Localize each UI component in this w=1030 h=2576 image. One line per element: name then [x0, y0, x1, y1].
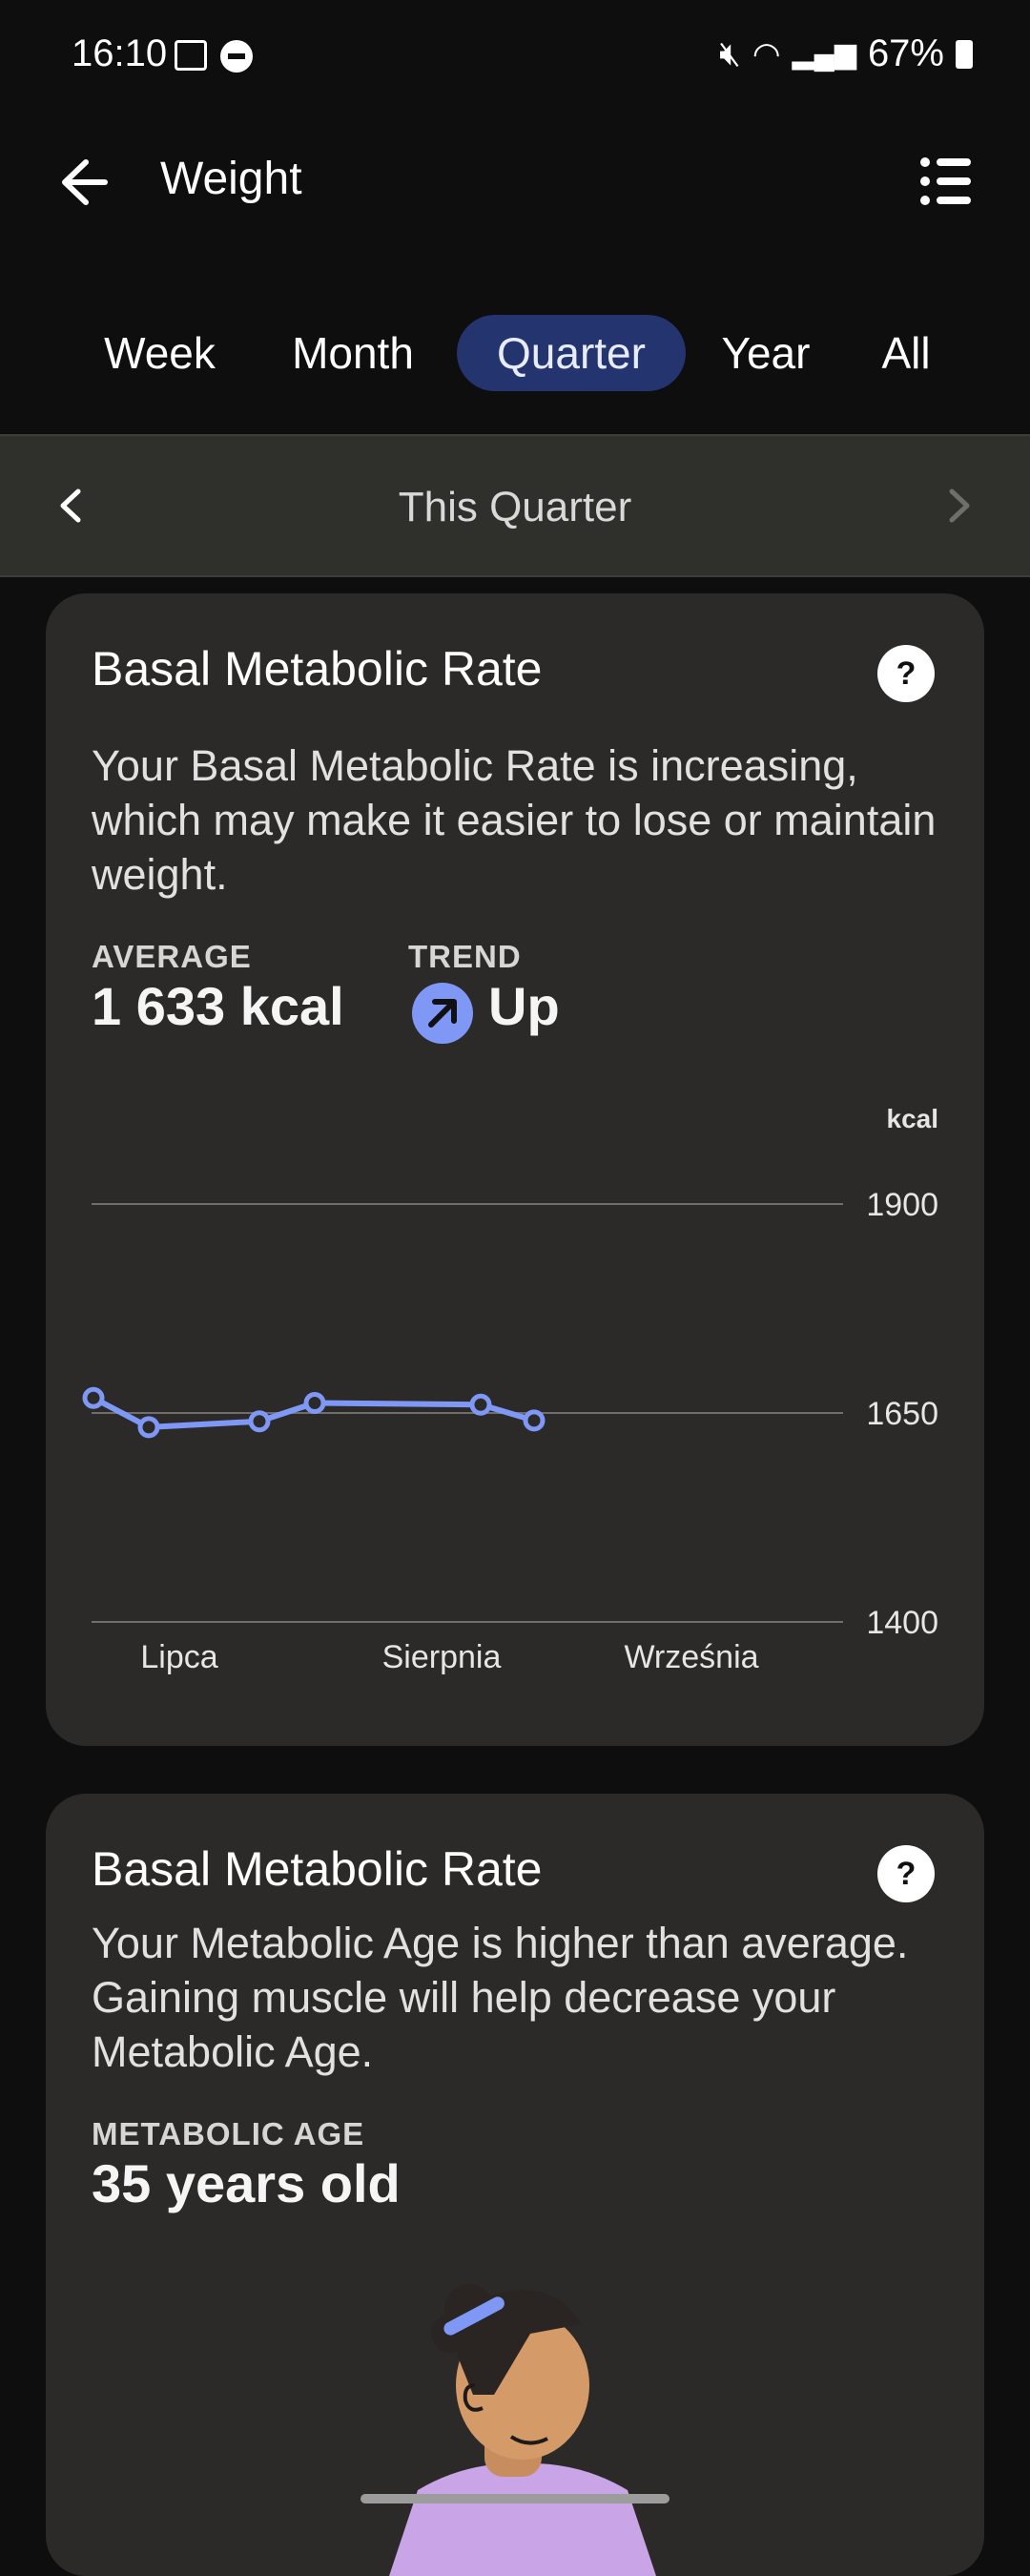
data-point[interactable] — [137, 1416, 160, 1439]
period-tabs: Week Month Quarter Year All — [0, 315, 1030, 391]
tab-year[interactable]: Year — [704, 315, 828, 391]
status-time: 16:10 — [72, 32, 168, 74]
person-illustration — [389, 2284, 656, 2576]
y-unit-label: kcal — [887, 1104, 939, 1133]
tab-quarter[interactable]: Quarter — [457, 315, 686, 391]
y-tick-label: 1650 — [866, 1396, 938, 1432]
card-title: Basal Metabolic Rate — [92, 1842, 543, 1896]
bmr-card: Basal Metabolic Rate ? Your Basal Metabo… — [46, 593, 984, 1746]
card-description: Your Metabolic Age is higher than averag… — [92, 1919, 909, 2076]
wifi-icon: ◠ — [752, 35, 781, 73]
y-tick-label: 1400 — [866, 1605, 938, 1641]
data-point[interactable] — [303, 1391, 326, 1414]
gallery-notification-icon — [175, 40, 207, 71]
signal-icon: ▂▄▆ — [792, 38, 856, 70]
x-tick-label: Września — [624, 1639, 758, 1675]
status-right: 🔇︎ ◠ ▂▄▆ 67% — [719, 32, 973, 75]
mute-icon: 🔇︎ — [719, 33, 741, 73]
period-label: This Quarter — [398, 484, 632, 530]
battery-icon — [956, 39, 973, 69]
period-navigator: This Quarter — [0, 434, 1030, 577]
chevron-right-icon[interactable] — [937, 484, 980, 528]
bmr-line-chart: kcal 1900 1650 1400 Lipca Sierpnia Września — [82, 1104, 939, 1675]
data-point[interactable] — [469, 1393, 492, 1416]
tab-all[interactable]: All — [854, 315, 958, 391]
battery-text: 67% — [867, 32, 944, 74]
back-arrow-icon[interactable] — [48, 151, 111, 214]
home-indicator[interactable] — [360, 2494, 670, 2503]
metabolic-age-label: METABOLIC AGE — [92, 2116, 365, 2151]
data-point[interactable] — [82, 1386, 105, 1409]
help-icon[interactable]: ? — [877, 1845, 935, 1902]
data-point[interactable] — [248, 1410, 271, 1433]
metabolic-age-value: 35 years old — [92, 2153, 401, 2213]
dnd-icon — [220, 40, 253, 73]
metabolic-age-card: Basal Metabolic Rate ? Your Metabolic Ag… — [46, 1794, 984, 2576]
x-tick-label: Lipca — [140, 1639, 217, 1675]
page-title: Weight — [160, 154, 302, 204]
tab-month[interactable]: Month — [267, 315, 439, 391]
tab-week[interactable]: Week — [76, 315, 243, 391]
data-point[interactable] — [523, 1409, 546, 1432]
x-tick-label: Sierpnia — [382, 1639, 502, 1675]
list-menu-icon[interactable] — [919, 155, 973, 208]
y-tick-label: 1900 — [866, 1187, 938, 1223]
